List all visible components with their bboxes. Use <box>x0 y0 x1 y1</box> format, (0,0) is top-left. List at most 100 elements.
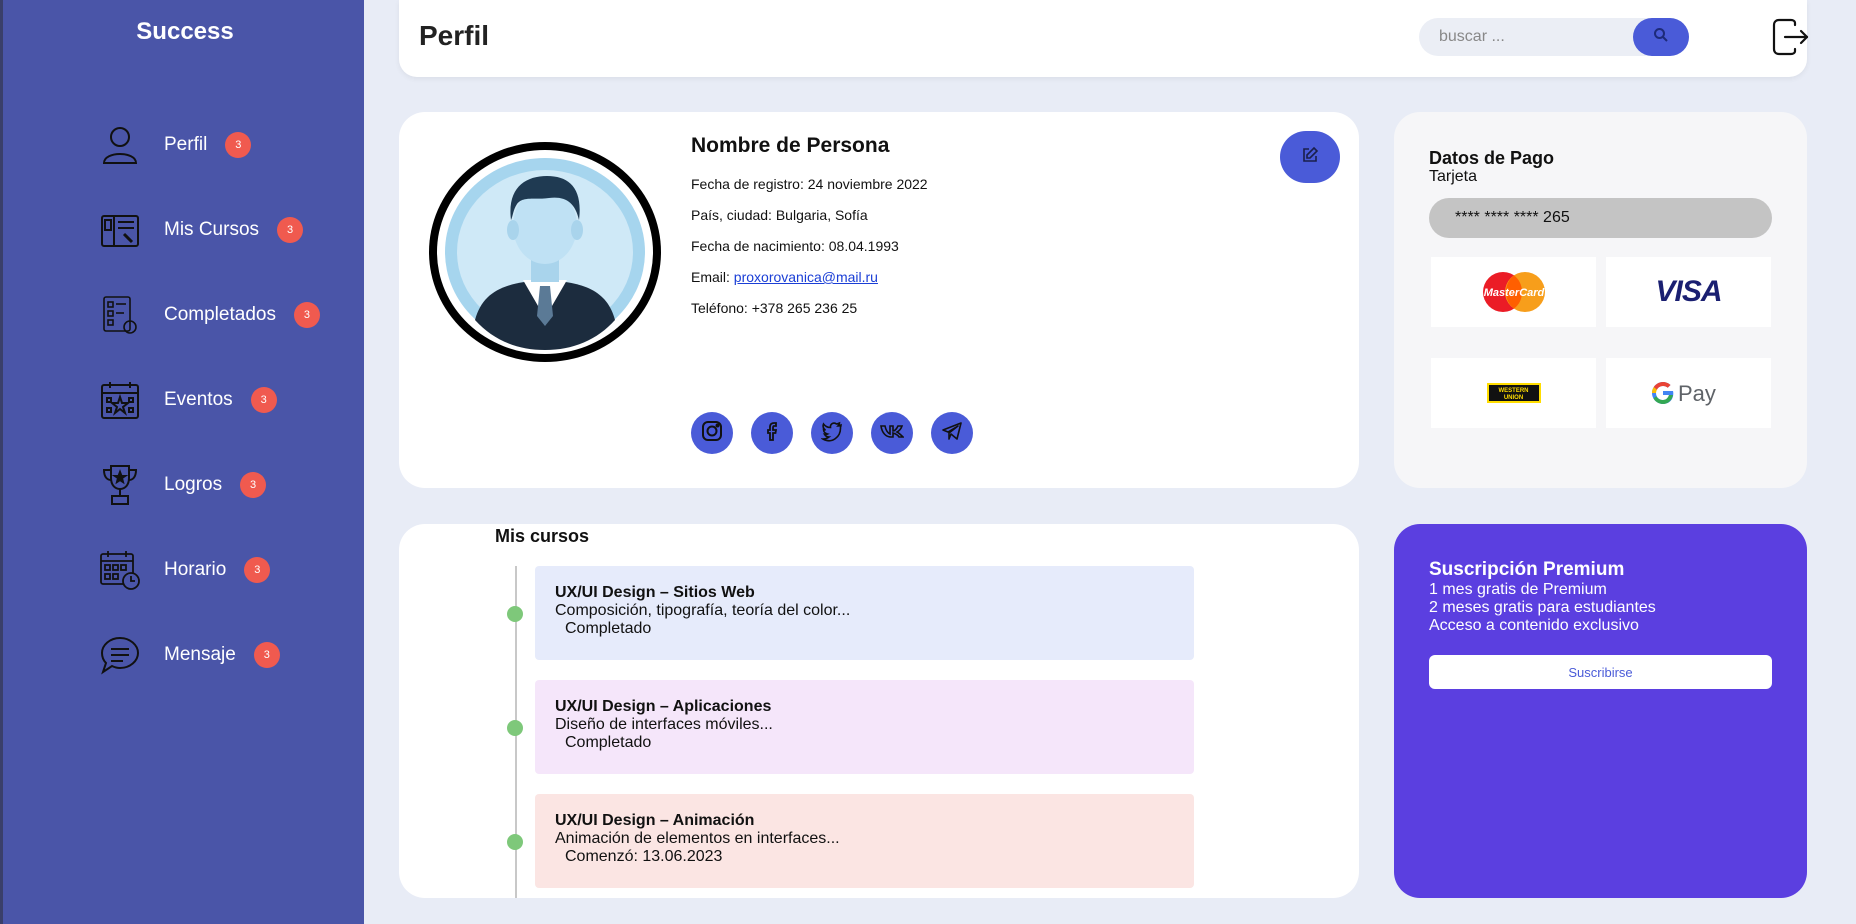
count-badge: 3 <box>244 557 271 583</box>
sidebar-item-label: Logros <box>164 474 223 495</box>
email-info: Email: proxorovanica@mail.ru <box>691 269 878 285</box>
brand-logo: Success <box>136 18 234 45</box>
schedule-icon <box>98 548 142 592</box>
subscribe-button[interactable]: Suscribirse <box>1429 655 1772 689</box>
phone-label: Teléfono: <box>691 300 752 316</box>
location-label: País, ciudad: <box>691 207 776 223</box>
location-info: País, ciudad: Bulgaria, Sofía <box>691 207 868 223</box>
payment-card: Datos de Pago Tarjeta **** **** **** 265… <box>1394 112 1807 488</box>
sidebar-item-label: Mensaje <box>164 644 236 665</box>
phone-value: +378 265 236 25 <box>751 300 858 316</box>
card-number-field: **** **** **** 265 <box>1429 198 1772 238</box>
count-badge: 3 <box>277 217 304 243</box>
search-box <box>1419 18 1689 56</box>
birth-label: Fecha de nacimiento: <box>691 238 829 254</box>
calendar-icon <box>98 378 142 422</box>
logout-button[interactable] <box>1771 17 1811 57</box>
course-title: UX/UI Design – Aplicaciones <box>555 698 772 715</box>
profile-card: Nombre de Persona Fecha de registro: 24 … <box>399 112 1359 488</box>
email-label: Email: <box>691 269 734 285</box>
course-status: Comenzó: 13.06.2023 <box>565 848 723 865</box>
instagram-icon <box>701 420 723 447</box>
sidebar-item-mensaje[interactable]: Mensaje 3 <box>98 630 280 680</box>
visa-option[interactable]: VISA <box>1606 257 1771 327</box>
courses-card: Mis cursos UX/UI Design – Sitios Web Com… <box>399 524 1359 898</box>
mastercard-option[interactable]: MasterCard <box>1431 257 1596 327</box>
search-input[interactable] <box>1419 18 1639 56</box>
count-badge: 3 <box>250 387 277 413</box>
email-link[interactable]: proxorovanica@mail.ru <box>734 269 878 285</box>
twitter-button[interactable] <box>811 412 853 454</box>
payment-subtitle: Tarjeta <box>1429 168 1478 185</box>
course-status: Completado <box>565 734 652 751</box>
gpay-logo: Pay <box>1651 381 1716 406</box>
courses-title: Mis cursos <box>495 526 590 546</box>
course-card-aplicaciones[interactable]: UX/UI Design – Aplicaciones Diseño de in… <box>535 680 1194 774</box>
birth-info: Fecha de nacimiento: 08.04.1993 <box>691 238 899 254</box>
course-description: Composición, tipografía, teoría del colo… <box>555 602 851 619</box>
user-icon <box>98 123 142 167</box>
timeline-dot <box>507 834 523 850</box>
telegram-icon <box>941 420 963 447</box>
search-icon <box>1653 27 1669 48</box>
sidebar-item-label: Perfil <box>164 134 208 155</box>
sidebar-item-completados[interactable]: Completados 3 <box>98 290 320 340</box>
course-status: Completado <box>565 620 652 637</box>
mastercard-logo: MasterCard <box>1482 272 1545 312</box>
premium-benefit: Acceso a contenido exclusivo <box>1429 617 1639 634</box>
count-badge: 3 <box>293 302 320 328</box>
course-description: Diseño de interfaces móviles... <box>555 716 773 733</box>
count-badge: 3 <box>225 132 252 158</box>
svg-text:Pay: Pay <box>1678 381 1716 406</box>
course-card-sitios-web[interactable]: UX/UI Design – Sitios Web Composición, t… <box>535 566 1194 660</box>
edit-profile-button[interactable] <box>1280 131 1340 183</box>
sidebar-item-mis-cursos[interactable]: Mis Cursos 3 <box>98 205 304 255</box>
page-title: Perfil <box>419 20 490 51</box>
sidebar-item-eventos[interactable]: Eventos 3 <box>98 375 277 425</box>
premium-benefit: 1 mes gratis de Premium <box>1429 581 1607 598</box>
sidebar-item-label: Mis Cursos <box>164 219 260 240</box>
payment-title: Datos de Pago <box>1429 148 1555 168</box>
gpay-option[interactable]: Pay <box>1606 358 1771 428</box>
sidebar-item-horario[interactable]: Horario 3 <box>98 545 271 595</box>
person-name: Nombre de Persona <box>691 134 890 157</box>
vk-icon <box>880 423 905 444</box>
count-badge: 3 <box>240 472 267 498</box>
vk-button[interactable] <box>871 412 913 454</box>
instagram-button[interactable] <box>691 412 733 454</box>
telegram-button[interactable] <box>931 412 973 454</box>
avatar <box>427 140 663 364</box>
trophy-icon <box>98 463 142 507</box>
sidebar-item-logros[interactable]: Logros 3 <box>98 460 267 510</box>
course-title: UX/UI Design – Animación <box>555 812 755 829</box>
premium-benefit: 2 meses gratis para estudiantes <box>1429 599 1656 616</box>
birth-date: 08.04.1993 <box>828 238 899 254</box>
location-value: Bulgaria, Sofía <box>775 207 868 223</box>
registration-label: Fecha de registro: <box>691 176 808 192</box>
logout-icon <box>1771 18 1811 61</box>
search-button[interactable] <box>1633 18 1689 56</box>
sidebar-item-label: Eventos <box>164 389 233 410</box>
visa-logo: VISA <box>1655 275 1722 308</box>
facebook-icon <box>761 420 783 447</box>
edit-icon <box>1301 146 1319 169</box>
phone-info: Teléfono: +378 265 236 25 <box>691 300 857 316</box>
mastercard-text: MasterCard <box>1483 287 1544 299</box>
course-card-animacion[interactable]: UX/UI Design – Animación Animación de el… <box>535 794 1194 888</box>
western-union-option[interactable]: WESTERN UNION <box>1431 358 1596 428</box>
sidebar-item-label: Completados <box>164 304 276 325</box>
course-description: Animación de elementos en interfaces... <box>555 830 840 847</box>
registration-date: 24 noviembre 2022 <box>807 176 928 192</box>
premium-card: Suscripción Premium 1 mes gratis de Prem… <box>1394 524 1807 898</box>
timeline-dot <box>507 606 523 622</box>
count-badge: 3 <box>253 642 280 668</box>
sidebar-item-perfil[interactable]: Perfil 3 <box>98 120 252 170</box>
sidebar-item-label: Horario <box>164 559 227 580</box>
timeline-dot <box>507 720 523 736</box>
header-bar: Perfil <box>399 0 1809 77</box>
sidebar: Success Perfil 3 Mis Cursos 3 Completado… <box>0 0 364 924</box>
twitter-icon <box>819 420 843 447</box>
checklist-icon <box>98 293 142 337</box>
facebook-button[interactable] <box>751 412 793 454</box>
chat-icon <box>98 633 142 677</box>
